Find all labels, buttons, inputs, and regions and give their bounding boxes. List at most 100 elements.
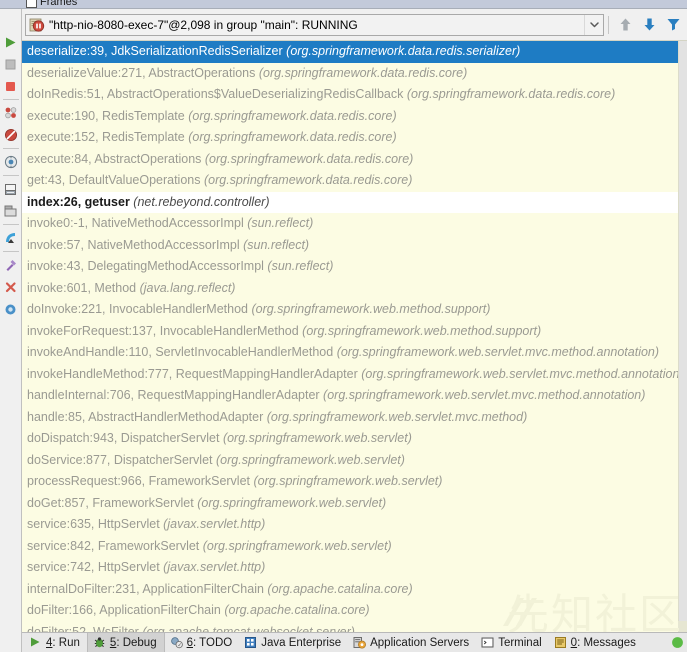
- filter-button[interactable]: [661, 13, 685, 37]
- frame-row[interactable]: execute:84, AbstractOperations (org.spri…: [22, 149, 687, 171]
- tool-window-label: Java Enterprise: [261, 637, 341, 649]
- layout-settings-icon: [4, 183, 17, 196]
- tool-window-label: 4: Run: [46, 637, 80, 649]
- tool-window-name: : Debug: [116, 636, 157, 649]
- frame-package: (org.springframework.data.redis.core): [184, 108, 397, 123]
- restore-layout-icon: [4, 205, 17, 218]
- tool-window-label: 5: Debug: [110, 637, 157, 649]
- help-button[interactable]: [1, 298, 21, 320]
- close-button[interactable]: [1, 276, 21, 298]
- frames-scrollbar-thumb[interactable]: [678, 41, 687, 622]
- frames-list[interactable]: deserialize:39, JdkSerializationRedisSer…: [22, 41, 687, 632]
- frame-method: invokeForRequest:137, InvocableHandlerMe…: [27, 323, 299, 338]
- stop-button[interactable]: [1, 75, 21, 97]
- terminal-icon: [481, 636, 494, 649]
- frame-row[interactable]: processRequest:966, FrameworkServlet (or…: [22, 471, 687, 493]
- frame-row[interactable]: service:742, HttpServlet (javax.servlet.…: [22, 557, 687, 579]
- tool-window-name: Java Enterprise: [261, 636, 342, 649]
- frame-package: (org.springframework.web.servlet): [199, 538, 392, 553]
- frame-row[interactable]: doService:877, DispatcherServlet (org.sp…: [22, 450, 687, 472]
- frame-row[interactable]: doFilter:166, ApplicationFilterChain (or…: [22, 600, 687, 622]
- frame-package: (sun.reflect): [243, 216, 314, 230]
- frame-package: (org.springframework.web.servlet.mvc.met…: [333, 345, 660, 359]
- frame-package: (org.springframework.web.servlet.mvc.met…: [319, 388, 646, 402]
- chevron-down-icon[interactable]: [584, 14, 603, 35]
- frame-row[interactable]: invoke:601, Method (java.lang.reflect): [22, 278, 687, 300]
- frame-row[interactable]: doGet:857, FrameworkServlet (org.springf…: [22, 493, 687, 515]
- frame-row[interactable]: invoke0:-1, NativeMethodAccessorImpl (su…: [22, 213, 687, 235]
- tool-window-label: Terminal: [498, 637, 541, 649]
- frame-row[interactable]: index:26, getuser (net.rebeyond.controll…: [22, 191, 687, 213]
- frame-row[interactable]: deserializeValue:271, AbstractOperations…: [22, 63, 687, 85]
- frame-package: (org.springframework.web.servlet): [193, 495, 387, 510]
- frame-package: (org.apache.tomcat.websocket.server): [138, 624, 355, 633]
- frame-package: (javax.servlet.http): [159, 517, 266, 531]
- status-indicator[interactable]: [671, 636, 687, 649]
- toolbar-divider: [2, 175, 19, 176]
- frame-row[interactable]: doFilter:52, WsFilter (org.apache.tomcat…: [22, 622, 687, 633]
- tool-window-run[interactable]: 4: Run: [24, 633, 87, 652]
- thread-running-icon: [29, 17, 45, 33]
- step-up-button[interactable]: [613, 13, 637, 37]
- evaluate-button[interactable]: [1, 254, 21, 276]
- frame-row[interactable]: doInRedis:51, AbstractOperations$ValueDe…: [22, 84, 687, 106]
- frame-row[interactable]: invoke:57, NativeMethodAccessorImpl (sun…: [22, 235, 687, 257]
- tool-window-terminal[interactable]: Terminal: [476, 633, 548, 652]
- frame-row[interactable]: invoke:43, DelegatingMethodAccessorImpl …: [22, 256, 687, 278]
- frame-method: service:842, FrameworkServlet: [27, 538, 200, 553]
- view-breakpoints-button[interactable]: [1, 102, 21, 124]
- frame-package: (net.rebeyond.controller): [129, 194, 270, 209]
- frame-method: get:43, DefaultValueOperations: [27, 173, 201, 187]
- frames-tab-label[interactable]: Frames: [40, 0, 77, 8]
- tool-window-debug[interactable]: 5: Debug: [86, 633, 165, 652]
- frame-package: (sun.reflect): [263, 259, 334, 273]
- frame-method: invokeAndHandle:110, ServletInvocableHan…: [27, 345, 334, 359]
- mute-breakpoints-button[interactable]: [1, 124, 21, 146]
- settings-button[interactable]: [1, 178, 21, 200]
- frame-row[interactable]: invokeAndHandle:110, ServletInvocableHan…: [22, 342, 687, 364]
- tool-window-label: 0: Messages: [571, 637, 636, 649]
- pause-program-button[interactable]: [1, 53, 21, 75]
- get-thread-dump-button[interactable]: [1, 151, 21, 173]
- frame-row[interactable]: get:43, DefaultValueOperations (org.spri…: [22, 170, 687, 192]
- frame-row[interactable]: deserialize:39, JdkSerializationRedisSer…: [22, 41, 687, 63]
- frame-row[interactable]: invokeHandleMethod:777, RequestMappingHa…: [22, 364, 687, 386]
- frame-row[interactable]: handleInternal:706, RequestMappingHandle…: [22, 385, 687, 407]
- tool-window-name: : TODO: [193, 636, 233, 649]
- tool-window-java-enterprise[interactable]: Java Enterprise: [239, 633, 348, 652]
- frame-method: deserializeValue:271, AbstractOperations: [27, 65, 256, 80]
- restore-layout-button[interactable]: [1, 200, 21, 222]
- thread-dump-icon: [4, 155, 18, 169]
- thread-selector-combobox[interactable]: "http-nio-8080-exec-7"@2,098 in group "m…: [25, 13, 604, 36]
- frame-row[interactable]: execute:152, RedisTemplate (org.springfr…: [22, 127, 687, 149]
- frame-row[interactable]: handle:85, AbstractHandlerMethodAdapter …: [22, 407, 687, 429]
- frame-row[interactable]: invokeForRequest:137, InvocableHandlerMe…: [22, 321, 687, 343]
- frame-row[interactable]: doDispatch:943, DispatcherServlet (org.s…: [22, 428, 687, 450]
- pause-grey-icon: [4, 58, 17, 71]
- frame-row[interactable]: service:842, FrameworkServlet (org.sprin…: [22, 536, 687, 558]
- frames-vertical-scrollbar[interactable]: [678, 41, 687, 632]
- messages-icon: [554, 636, 567, 649]
- frame-method: service:742, HttpServlet: [27, 560, 160, 574]
- debug-bug-icon: [93, 636, 106, 649]
- magic-purple-icon: [4, 258, 18, 272]
- tool-window-todo[interactable]: ✓ 6: TODO: [165, 633, 240, 652]
- java-enterprise-icon: [244, 636, 257, 649]
- step-down-button[interactable]: [637, 13, 661, 37]
- frame-row[interactable]: service:635, HttpServlet (javax.servlet.…: [22, 514, 687, 536]
- frame-package: (org.springframework.web.servlet): [250, 474, 443, 488]
- frames-tab-strip: Frames: [0, 0, 687, 9]
- tool-window-application-servers[interactable]: Application Servers: [348, 633, 476, 652]
- frame-row[interactable]: execute:190, RedisTemplate (org.springfr…: [22, 106, 687, 128]
- evaluate-expression-button[interactable]: [1, 227, 21, 249]
- tool-window-messages[interactable]: 0: Messages: [549, 633, 643, 652]
- frame-row[interactable]: doInvoke:221, InvocableHandlerMethod (or…: [22, 299, 687, 321]
- tool-window-label: 6: TODO: [187, 637, 233, 649]
- frame-method: doDispatch:943, DispatcherServlet: [27, 431, 220, 445]
- frame-row[interactable]: internalDoFilter:231, ApplicationFilterC…: [22, 579, 687, 601]
- frame-method: internalDoFilter:231, ApplicationFilterC…: [27, 581, 264, 596]
- breakpoints-icon: [4, 106, 18, 120]
- resume-program-button[interactable]: [1, 31, 21, 53]
- frame-package: (sun.reflect): [239, 237, 310, 252]
- frame-method: doFilter:166, ApplicationFilterChain: [27, 603, 221, 617]
